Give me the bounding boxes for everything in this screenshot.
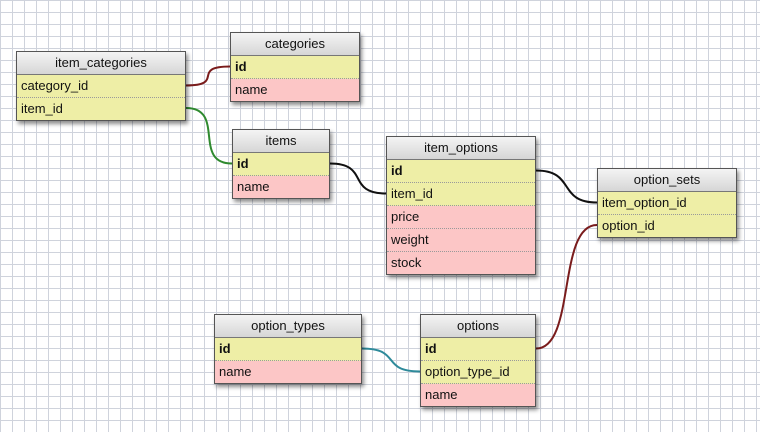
field-item-id[interactable]: item_id — [387, 183, 535, 206]
table-categories[interactable]: categories id name — [230, 32, 360, 102]
relation-line — [361, 347, 421, 373]
field-stock[interactable]: stock — [387, 252, 535, 274]
table-option-sets[interactable]: option_sets item_option_id option_id — [597, 168, 737, 238]
relation-line — [535, 169, 598, 204]
field-id[interactable]: id — [215, 338, 361, 361]
relation-line — [329, 162, 387, 195]
table-item-options[interactable]: item_options id item_id price weight sto… — [386, 136, 536, 275]
table-items[interactable]: items id name — [232, 129, 330, 199]
field-id[interactable]: id — [421, 338, 535, 361]
field-name[interactable]: name — [215, 361, 361, 383]
field-item-option-id[interactable]: item_option_id — [598, 192, 736, 215]
table-title: option_types — [215, 315, 361, 338]
relation-line — [535, 224, 598, 350]
field-id[interactable]: id — [387, 160, 535, 183]
table-item-categories[interactable]: item_categories category_id item_id — [16, 51, 186, 121]
table-options[interactable]: options id option_type_id name — [420, 314, 536, 407]
field-category-id[interactable]: category_id — [17, 75, 185, 98]
table-title: items — [233, 130, 329, 153]
field-name[interactable]: name — [233, 176, 329, 198]
table-title: item_categories — [17, 52, 185, 75]
field-name[interactable]: name — [231, 79, 359, 101]
erd-canvas: item_categories category_id item_id cate… — [0, 0, 760, 432]
field-id[interactable]: id — [233, 153, 329, 176]
table-title: options — [421, 315, 535, 338]
table-option-types[interactable]: option_types id name — [214, 314, 362, 384]
relation-line — [185, 107, 233, 165]
field-id[interactable]: id — [231, 56, 359, 79]
field-name[interactable]: name — [421, 384, 535, 406]
field-option-type-id[interactable]: option_type_id — [421, 361, 535, 384]
field-price[interactable]: price — [387, 206, 535, 229]
field-option-id[interactable]: option_id — [598, 215, 736, 237]
relation-line — [185, 65, 231, 87]
table-title: item_options — [387, 137, 535, 160]
table-title: option_sets — [598, 169, 736, 192]
field-weight[interactable]: weight — [387, 229, 535, 252]
field-item-id[interactable]: item_id — [17, 98, 185, 120]
table-title: categories — [231, 33, 359, 56]
